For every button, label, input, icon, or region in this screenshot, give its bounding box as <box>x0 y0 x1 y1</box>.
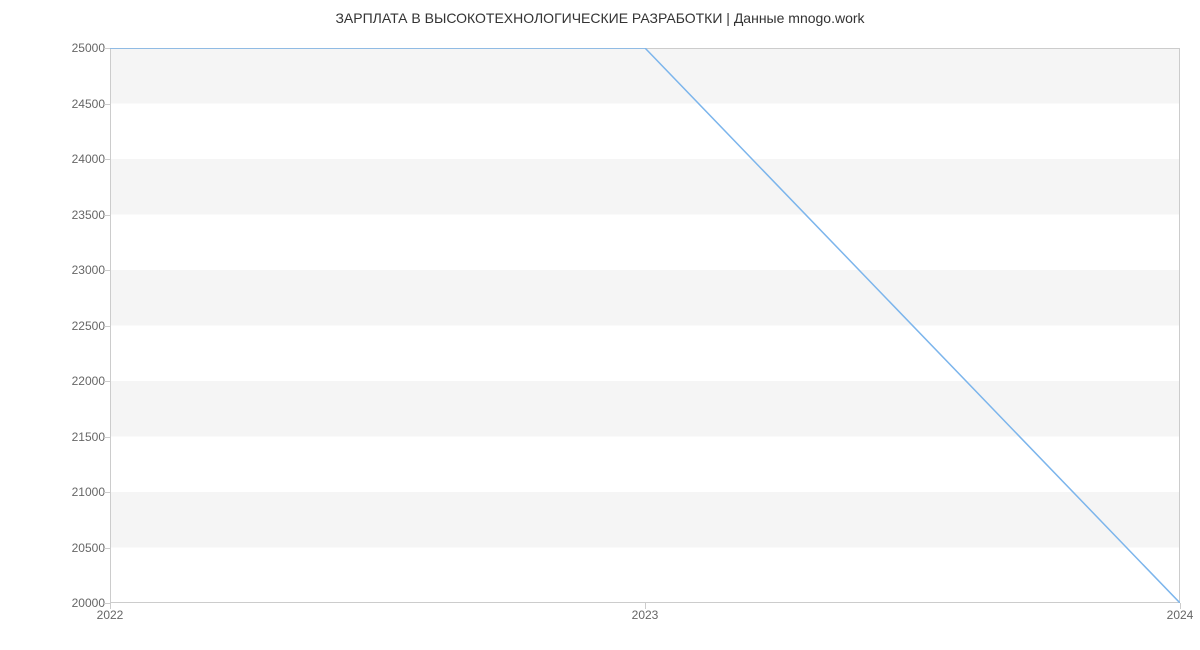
grid-band <box>110 48 1180 104</box>
y-tick-mark <box>104 492 110 493</box>
y-tick-mark <box>104 159 110 160</box>
x-tick-mark <box>1180 603 1181 609</box>
y-tick-label: 24000 <box>72 152 105 166</box>
x-tick-mark <box>645 603 646 609</box>
x-tick-mark <box>110 603 111 609</box>
chart-title: ЗАРПЛАТА В ВЫСОКОТЕХНОЛОГИЧЕСКИЕ РАЗРАБО… <box>0 10 1200 26</box>
y-tick-label: 21000 <box>72 485 105 499</box>
x-tick-label: 2022 <box>97 608 124 622</box>
grid-band <box>110 159 1180 215</box>
y-tick-label: 23500 <box>72 208 105 222</box>
grid-band <box>110 381 1180 437</box>
y-tick-mark <box>104 104 110 105</box>
plot-area <box>110 48 1180 603</box>
y-tick-label: 24500 <box>72 97 105 111</box>
y-tick-label: 22000 <box>72 374 105 388</box>
y-tick-mark <box>104 48 110 49</box>
y-tick-mark <box>104 548 110 549</box>
y-tick-label: 22500 <box>72 319 105 333</box>
y-tick-label: 23000 <box>72 263 105 277</box>
y-tick-label: 21500 <box>72 430 105 444</box>
y-tick-mark <box>104 381 110 382</box>
y-tick-label: 25000 <box>72 41 105 55</box>
grid-bands <box>110 48 1180 548</box>
grid-band <box>110 270 1180 326</box>
y-tick-mark <box>104 215 110 216</box>
y-tick-mark <box>104 437 110 438</box>
x-tick-label: 2024 <box>1167 608 1194 622</box>
chart-container: ЗАРПЛАТА В ВЫСОКОТЕХНОЛОГИЧЕСКИЕ РАЗРАБО… <box>0 0 1200 650</box>
x-tick-label: 2023 <box>632 608 659 622</box>
y-tick-mark <box>104 326 110 327</box>
y-tick-label: 20500 <box>72 541 105 555</box>
plot-svg <box>110 48 1180 603</box>
grid-band <box>110 492 1180 548</box>
y-tick-mark <box>104 270 110 271</box>
